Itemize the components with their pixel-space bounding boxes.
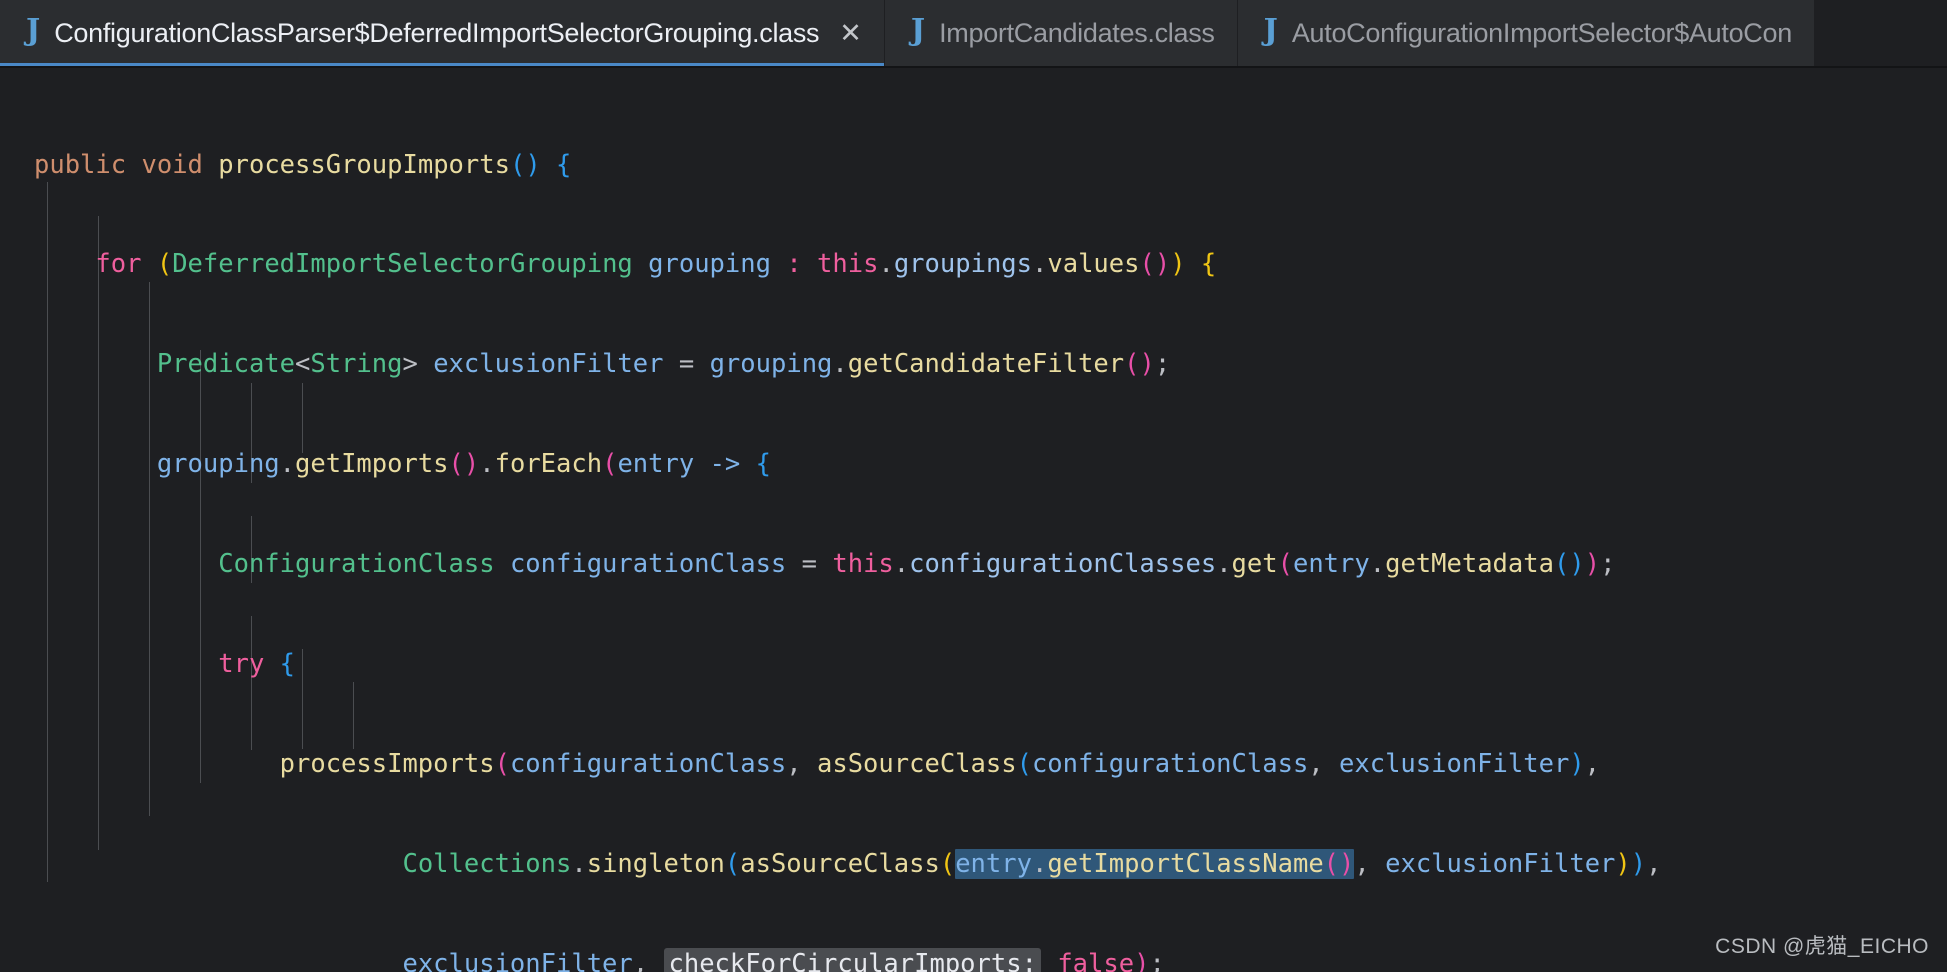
java-class-icon: J [26,16,40,50]
close-icon[interactable]: ✕ [839,20,862,47]
tab-label: ConfigurationClassParser$DeferredImportS… [54,18,819,49]
editor-tab-bar: J ConfigurationClassParser$DeferredImpor… [0,0,1947,68]
code-line-9: exclusionFilter, checkForCircularImports… [34,948,1947,972]
code-line-7: processImports(configurationClass, asSou… [34,748,1947,781]
code-line-8: Collections.singleton(asSourceClass(entr… [34,848,1947,881]
code-line-6: try { [34,648,1947,681]
source-code[interactable]: public void processGroupImports() { for … [0,68,1947,972]
parameter-hint-inlay: checkForCircularImports: [664,948,1040,972]
code-line-3: Predicate<String> exclusionFilter = grou… [34,348,1947,381]
tab-label: ImportCandidates.class [939,18,1215,49]
code-editor-pane[interactable]: public void processGroupImports() { for … [0,68,1947,972]
code-line-1: public void processGroupImports() { [34,149,1947,182]
tab-auto-configuration-import-selector[interactable]: J AutoConfigurationImportSelector$AutoCo… [1238,0,1815,66]
code-line-2: for (DeferredImportSelectorGrouping grou… [34,248,1947,281]
csdn-watermark: CSDN @虎猫_EICHO [1715,930,1929,960]
code-line-5: ConfigurationClass configurationClass = … [34,548,1947,581]
java-class-icon: J [911,16,925,50]
java-class-icon: J [1264,16,1278,50]
code-line-4: grouping.getImports().forEach(entry -> { [34,448,1947,481]
tab-label: AutoConfigurationImportSelector$AutoCon [1292,18,1792,49]
tab-configuration-class-parser[interactable]: J ConfigurationClassParser$DeferredImpor… [0,0,885,66]
selected-text[interactable]: entry.getImportClassName() [955,849,1354,879]
tab-import-candidates[interactable]: J ImportCandidates.class [885,0,1238,66]
